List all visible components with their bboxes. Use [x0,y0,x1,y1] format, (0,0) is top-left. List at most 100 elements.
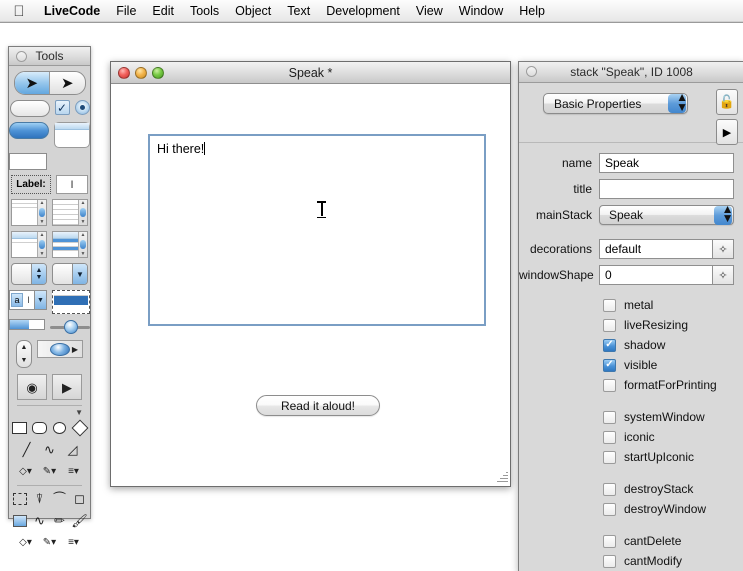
checkbox-row-visible[interactable]: ✓ visible [519,355,743,375]
eraser-tool[interactable]: ◻ [71,490,88,507]
checkbox-row-cantdelete[interactable]: cantDelete [519,531,743,551]
menu-item-view[interactable]: View [408,2,451,21]
checkbox-row-liveresizing[interactable]: liveResizing [519,315,743,335]
disclosure-triangle-icon[interactable]: ▼ [9,409,90,417]
cantmodify-checkbox[interactable] [603,554,616,568]
rectangle-button-tool[interactable] [9,153,48,170]
minimize-button[interactable] [135,67,147,79]
progressbar-tool[interactable] [9,319,46,330]
player-tool[interactable]: ▶ [37,340,83,358]
stepper-tool[interactable]: ▲ ▼ [11,263,47,285]
destroywindow-checkbox[interactable] [603,502,616,516]
line-tool[interactable]: ╱ [18,441,35,458]
polygon-tool[interactable] [71,419,88,436]
curve-tool[interactable]: ∿ [41,441,58,458]
graphic-tool[interactable]: ◉ [17,374,47,400]
checkbox-row-systemwindow[interactable]: systemWindow [519,407,743,427]
curve-paint-tool[interactable]: ∿ [31,512,48,529]
checkbox-row-destroywindow[interactable]: destroyWindow [519,499,743,519]
destroystack-checkbox[interactable] [603,482,616,496]
windowshape-wand-button[interactable]: ✧ [712,265,734,285]
fill-color-tool[interactable]: ◇▾ [17,463,34,480]
speak-text-field[interactable]: Hi there! [148,134,486,326]
resize-grip[interactable] [495,471,508,484]
paint-pen-tool[interactable]: ✎▾ [41,534,58,551]
formatforprinting-checkbox[interactable] [603,378,616,392]
oval-tool[interactable] [51,419,68,436]
name-input[interactable]: Speak [599,153,734,173]
brush-tool[interactable]: 🖌 [71,512,88,529]
apple-logo-icon[interactable]:  [10,4,28,19]
text-field-tool[interactable]: I [56,175,88,194]
pen-color-tool[interactable]: ✎▾ [41,463,58,480]
cantdelete-checkbox[interactable] [603,534,616,548]
menu-item-development[interactable]: Development [318,2,408,21]
scrolling-list-tool[interactable]: ▲ ▼ [52,231,88,258]
pointer-tool[interactable]: ➤ [50,72,85,94]
mainstack-select[interactable]: Speak ▲ ▼ [599,203,734,225]
radiobutton-tool[interactable] [74,100,90,115]
button-tool[interactable] [9,100,50,117]
rounded-rectangle-tool[interactable] [31,419,48,436]
checkbox-row-iconic[interactable]: iconic [519,427,743,447]
menu-item-object[interactable]: Object [227,2,279,21]
close-button[interactable] [118,67,130,79]
scrolling-field-tool[interactable]: ▲ ▼ [11,199,47,226]
apply-button[interactable]: ▶ [716,119,738,145]
table-field-tool[interactable]: ▲ ▼ [52,199,88,226]
title-input[interactable] [599,179,734,199]
visible-checkbox[interactable]: ✓ [603,358,616,372]
label-field-tool[interactable]: Label: [11,175,51,194]
rectangle-paint-tool[interactable] [11,512,28,529]
iconic-checkbox[interactable] [603,430,616,444]
browse-tool[interactable]: ➤ [14,72,50,94]
list-field-tool[interactable]: ▲ ▼ [11,231,47,258]
checkbox-row-cantmodify[interactable]: cantModify [519,551,743,571]
spinner-tool[interactable]: ▲ ▼ [16,340,32,368]
spray-tool[interactable]: ⏜ [51,490,68,507]
menu-item-livecode[interactable]: LiveCode [36,2,108,21]
windowshape-input[interactable]: 0 [599,265,712,285]
line-size-tool[interactable]: ≡▾ [65,463,82,480]
select-tool[interactable] [11,490,28,507]
close-icon[interactable] [526,66,537,77]
stack-window-titlebar[interactable]: Speak * [111,62,510,84]
default-button-tool[interactable] [9,122,49,139]
datagrid-tool[interactable] [52,290,90,314]
checkbox-tool[interactable]: ✓ [54,100,70,115]
tabbed-button-tool[interactable] [54,122,90,148]
option-menu-tool[interactable]: ▼ [52,263,88,285]
checkbox-row-metal[interactable]: metal [519,295,743,315]
menu-item-text[interactable]: Text [279,2,318,21]
decorations-input[interactable]: default [599,239,712,259]
close-icon[interactable] [16,51,27,62]
checkbox-row-destroystack[interactable]: destroyStack [519,479,743,499]
freehand-polygon-tool[interactable]: ◿ [64,441,81,458]
menu-item-window[interactable]: Window [451,2,511,21]
lock-toggle-button[interactable]: 🔓 [716,89,738,115]
checkbox-row-formatforprinting[interactable]: formatForPrinting [519,375,743,395]
liveresizing-checkbox[interactable] [603,318,616,332]
menu-item-tools[interactable]: Tools [182,2,227,21]
combobox-tool[interactable]: a I ▼ [9,290,47,310]
pointer-tools-segment[interactable]: ➤ ➤ [13,71,86,95]
zoom-button[interactable] [152,67,164,79]
checkbox-row-shadow[interactable]: ✓ shadow [519,335,743,355]
checkbox-row-startupiconic[interactable]: startUpIconic [519,447,743,467]
menu-item-file[interactable]: File [108,2,144,21]
rectangle-tool[interactable] [11,419,28,436]
decorations-wand-button[interactable]: ✧ [712,239,734,259]
properties-pane-select[interactable]: Basic Properties ▲ ▼ [543,91,688,114]
bucket-tool[interactable]: ⍒ [31,490,48,507]
stack-card[interactable]: Hi there! Read it aloud! [111,84,510,486]
metal-checkbox[interactable] [603,298,616,312]
menu-item-help[interactable]: Help [511,2,553,21]
paint-size-tool[interactable]: ≡▾ [65,534,82,551]
shadow-checkbox[interactable]: ✓ [603,338,616,352]
paint-fill-tool[interactable]: ◇▾ [17,534,34,551]
systemwindow-checkbox[interactable] [603,410,616,424]
slider-tool[interactable] [50,319,90,335]
startupiconic-checkbox[interactable] [603,450,616,464]
menu-item-edit[interactable]: Edit [144,2,182,21]
video-player-tool[interactable]: ▶ [52,374,82,400]
